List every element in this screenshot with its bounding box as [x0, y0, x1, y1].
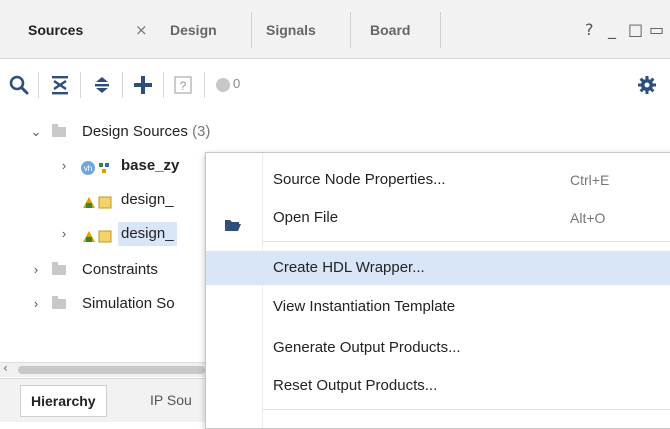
menu-item-label: Create HDL Wrapper... — [273, 259, 425, 276]
tab-divider — [251, 12, 252, 48]
svg-text:vh: vh — [84, 164, 92, 173]
tree-label: Simulation So — [82, 295, 175, 312]
tab-board[interactable]: Board — [370, 12, 410, 48]
chevron-right-icon[interactable]: › — [58, 220, 70, 248]
chevron-right-icon[interactable]: › — [30, 256, 42, 284]
menu-item-open-file[interactable]: Open File Alt+O — [206, 201, 670, 235]
tree-count: (3) — [192, 123, 211, 140]
collapse-all-icon[interactable] — [47, 72, 73, 98]
open-folder-icon — [224, 211, 242, 245]
minimize-icon[interactable]: _ — [608, 12, 616, 48]
menu-item-shortcut: Ctrl+E — [570, 172, 610, 188]
restore-icon[interactable]: □ — [628, 12, 643, 48]
tab-hierarchy[interactable]: Hierarchy — [20, 385, 107, 417]
folder-icon — [52, 124, 66, 137]
toolbar-divider — [80, 72, 81, 98]
folder-icon — [52, 296, 66, 309]
expand-all-icon[interactable] — [89, 72, 115, 98]
help-icon[interactable]: ? — [585, 12, 594, 48]
status-indicator — [212, 72, 252, 98]
tab-bar: Sources × Design Signals Board ? _ □ ▭ — [0, 0, 670, 59]
toolbar-divider — [38, 72, 39, 98]
menu-separator — [262, 241, 670, 242]
svg-text:?: ? — [180, 79, 187, 93]
tab-divider — [440, 12, 441, 48]
tab-ip-sources[interactable]: IP Sou — [150, 385, 192, 415]
tree-label: Design Sources — [82, 123, 188, 140]
tab-signals[interactable]: Signals — [266, 12, 316, 48]
toolbar-divider — [163, 72, 164, 98]
menu-item-view-instantiation-template[interactable]: View Instantiation Template — [206, 290, 670, 324]
toolbar-divider — [204, 72, 205, 98]
menu-item-generate-output-products[interactable]: Generate Output Products... — [206, 331, 670, 365]
menu-item-label: Open File — [273, 209, 339, 226]
chevron-down-icon[interactable]: ⌄ — [30, 118, 42, 146]
scroll-left-icon[interactable]: ‹ — [3, 361, 8, 375]
tree-label: Constraints — [82, 261, 158, 278]
menu-item-shortcut: Alt+O — [570, 210, 606, 226]
tab-sources[interactable]: Sources — [28, 12, 83, 48]
menu-item-source-node-properties[interactable]: Source Node Properties... Ctrl+E — [206, 163, 670, 197]
vhdl-file-icon: vh — [80, 158, 114, 186]
menu-item-reset-output-products[interactable]: Reset Output Products... — [206, 369, 670, 403]
chevron-right-icon[interactable]: › — [30, 290, 42, 318]
folder-icon — [52, 262, 66, 275]
tree-label: base_zy — [121, 157, 180, 174]
chevron-right-icon[interactable]: › — [58, 152, 70, 180]
menu-separator — [262, 409, 670, 410]
context-menu: Source Node Properties... Ctrl+E Open Fi… — [205, 152, 670, 429]
gear-icon[interactable] — [634, 72, 660, 98]
tree-label-selected: design_ — [118, 222, 177, 246]
float-icon[interactable]: ▭ — [649, 12, 664, 48]
toolbar-divider — [122, 72, 123, 98]
add-sources-icon[interactable] — [130, 72, 156, 98]
tree-label: design_ — [121, 191, 174, 208]
block-design-icon — [82, 192, 116, 220]
scrollbar-thumb[interactable] — [18, 366, 205, 374]
menu-item-label: Reset Output Products... — [273, 377, 438, 394]
tree-row-design-sources[interactable]: ⌄ Design Sources (3) — [0, 118, 670, 146]
question-box-icon[interactable]: ? — [170, 72, 196, 98]
menu-item-label: Generate Output Products... — [273, 339, 461, 356]
close-tab-icon[interactable]: × — [135, 12, 148, 48]
block-design-icon — [82, 226, 116, 254]
horizontal-scrollbar[interactable]: ‹ — [0, 361, 205, 377]
menu-item-label: View Instantiation Template — [273, 298, 456, 315]
tab-design[interactable]: Design — [170, 12, 217, 48]
menu-item-create-hdl-wrapper[interactable]: Create HDL Wrapper... — [206, 251, 670, 285]
menu-item-label: Source Node Properties... — [273, 171, 446, 188]
search-icon[interactable] — [6, 72, 32, 98]
tab-divider — [350, 12, 351, 48]
